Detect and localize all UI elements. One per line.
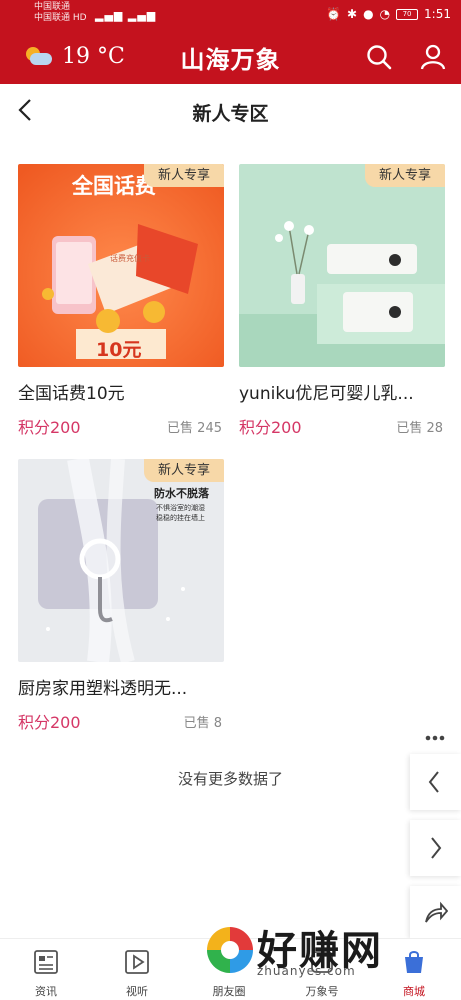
- product-price: 积分200: [18, 713, 81, 732]
- nav-label: 资讯: [35, 985, 57, 998]
- watermark: 好赚网 zhuanyes.com: [205, 918, 445, 982]
- nav-label: 视听: [126, 985, 148, 998]
- signal-icon: ▂▄▆ ▂▄▆: [95, 9, 157, 22]
- top-bar: 中国联通 中国联通 HD ▂▄▆ ▂▄▆ ⏰ ✱ ● ◔ 70 1:51 19 …: [0, 0, 461, 84]
- new-user-tag: 新人专享: [144, 164, 224, 187]
- hook-art-line-2: 稳稳的挂在墙上: [156, 514, 205, 522]
- more-icon: [425, 735, 445, 741]
- status-right: ⏰ ✱ ● ◔ 70 1:51: [326, 7, 451, 21]
- nav-news[interactable]: 资讯: [16, 939, 76, 1000]
- play-icon: [125, 950, 149, 974]
- battery-icon: 70: [396, 8, 419, 20]
- clock: 1:51: [424, 7, 451, 21]
- nav-label: 万象号: [305, 985, 339, 998]
- product-name: 全国话费10元: [18, 384, 125, 404]
- product-image-hook: 防水不脱落 不惧浴室的潮湿 稳稳的挂在墙上 新人专享: [18, 459, 224, 662]
- bluetooth-icon: ✱: [347, 7, 358, 21]
- product-image-phone-credit: 全国话费 话费充值卡 10元 新人专享: [18, 164, 224, 367]
- watermark-logo-icon: [207, 927, 253, 973]
- new-user-tag: 新人专享: [144, 459, 224, 482]
- hook-art-headline: 防水不脱落: [154, 487, 209, 500]
- product-card-phone-credit[interactable]: 全国话费 话费充值卡 10元 新人专享 全国话费10元 积分200 已售 245: [18, 164, 224, 437]
- back-arrow-icon: [428, 771, 439, 793]
- wifi-icon: ◔: [379, 7, 391, 21]
- nav-label: 朋友圈: [212, 985, 246, 998]
- page-title: 新人专区: [192, 103, 269, 125]
- carrier-info: 中国联通 中国联通 HD: [34, 2, 87, 24]
- product-card-baby-wipes[interactable]: 新人专享 yuniku优尼可婴儿乳... 积分200 已售 28: [239, 164, 445, 437]
- carrier-line-1: 中国联通: [34, 2, 71, 12]
- carrier-line-2: 中国联通 HD: [34, 13, 87, 23]
- more-button[interactable]: [410, 706, 461, 756]
- nav-label: 商城: [403, 985, 425, 998]
- new-user-tag: 新人专享: [365, 164, 445, 187]
- page-header: 新人专区: [0, 84, 461, 138]
- nav-video[interactable]: 视听: [107, 939, 167, 1000]
- phone-credit-art-subtitle: 话费充值卡: [110, 254, 150, 263]
- user-icon[interactable]: [420, 44, 446, 70]
- forward-arrow-icon: [431, 837, 442, 859]
- page-forward-button[interactable]: [410, 820, 461, 876]
- product-name: yuniku优尼可婴儿乳...: [239, 384, 414, 404]
- product-card-hook[interactable]: 防水不脱落 不惧浴室的潮湿 稳稳的挂在墙上 新人专享 厨房家用塑料透明无... …: [18, 459, 224, 732]
- news-icon: [34, 950, 58, 974]
- location-icon: ●: [363, 7, 374, 21]
- product-sold-count: 已售 8: [183, 716, 222, 731]
- search-icon[interactable]: [366, 44, 392, 70]
- status-bar: 中国联通 中国联通 HD ▂▄▆ ▂▄▆ ⏰ ✱ ● ◔ 70 1:51: [0, 0, 461, 32]
- watermark-url: zhuanyes.com: [257, 964, 356, 978]
- product-price: 积分200: [18, 418, 81, 437]
- alarm-icon: ⏰: [326, 7, 342, 21]
- product-sold-count: 已售 245: [167, 421, 222, 436]
- phone-credit-art-amount: 10元: [96, 339, 142, 361]
- hook-art-line-1: 不惧浴室的潮湿: [156, 504, 205, 512]
- product-price: 积分200: [239, 418, 302, 437]
- baby-wipes-illustration: [239, 164, 445, 367]
- product-name: 厨房家用塑料透明无...: [18, 679, 188, 699]
- page-back-button[interactable]: [410, 754, 461, 810]
- product-image-baby-wipes: 新人专享: [239, 164, 445, 367]
- no-more-data-note: 没有更多数据了: [177, 770, 283, 788]
- product-sold-count: 已售 28: [396, 421, 443, 436]
